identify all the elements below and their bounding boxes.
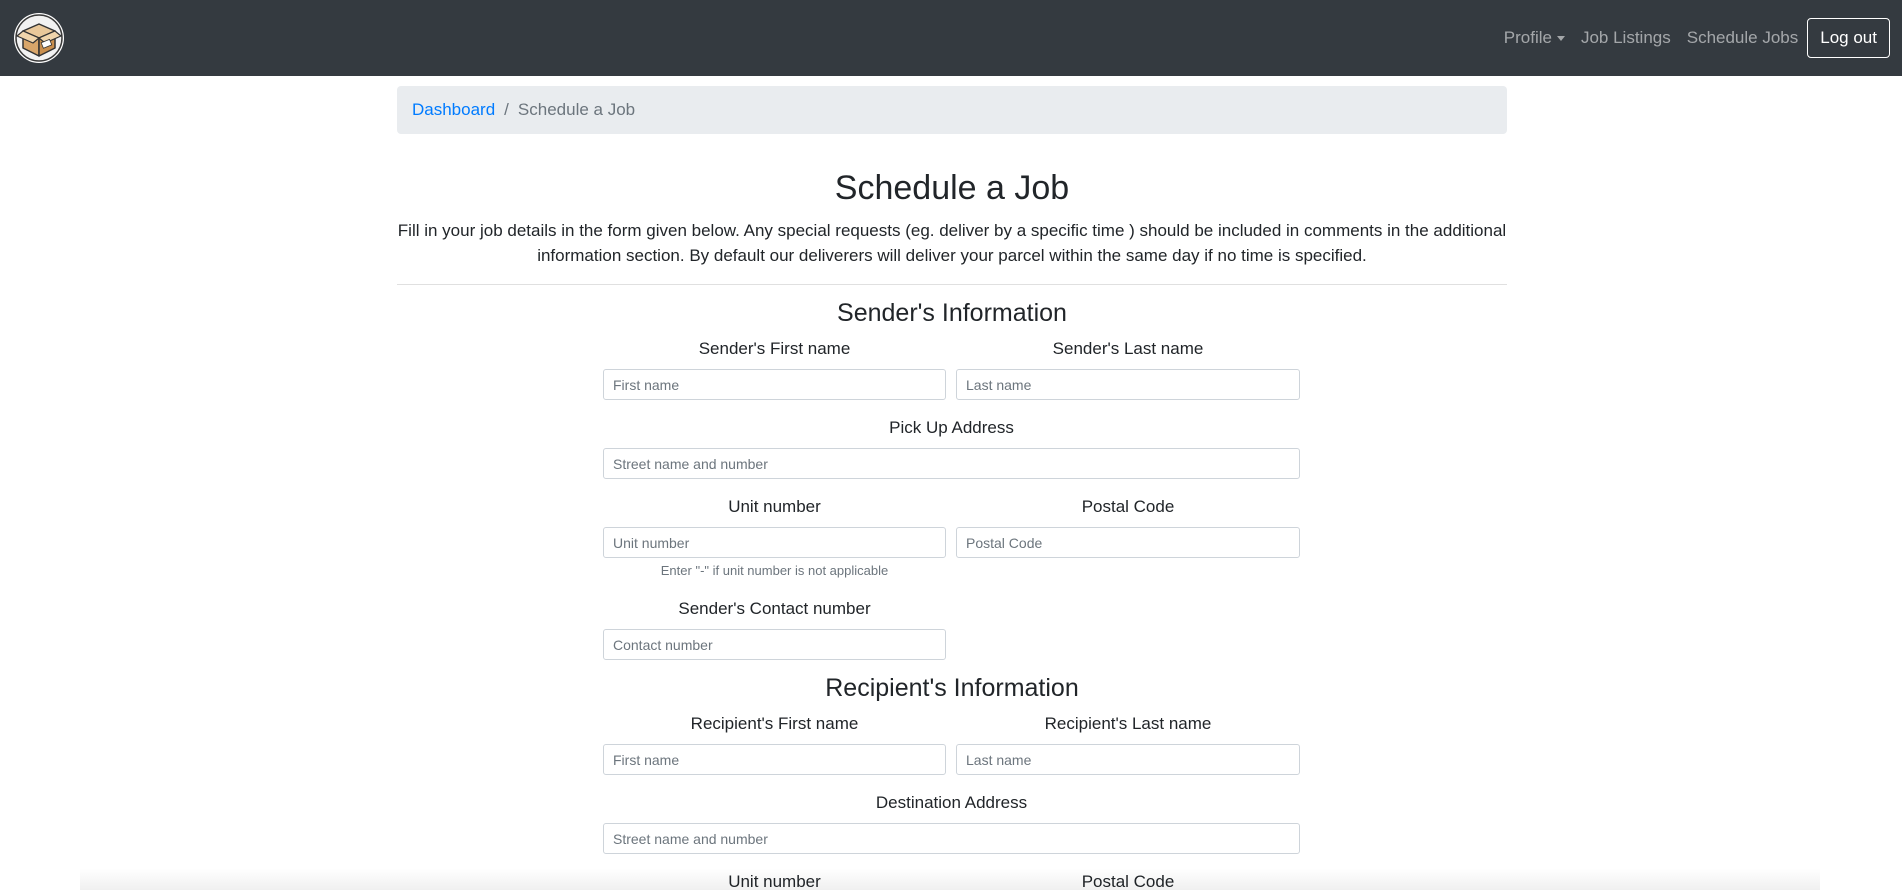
sender-postal-code-input[interactable]	[956, 527, 1300, 558]
nav-job-listings[interactable]: Job Listings	[1581, 28, 1671, 48]
pickup-address-input[interactable]	[603, 448, 1300, 479]
page-title: Schedule a Job	[834, 169, 1070, 207]
sender-contact-number-label: Sender's Contact number	[678, 599, 871, 618]
sender-last-name-label: Sender's Last name	[1052, 339, 1204, 358]
sender-section-title: Sender's Information	[837, 299, 1067, 327]
caret-down-icon	[1556, 36, 1565, 41]
breadcrumb: Dashboard / Schedule a Job	[397, 86, 1507, 134]
recipient-first-name-label: Recipient's First name	[690, 714, 859, 733]
sender-unit-number-input[interactable]	[603, 527, 946, 558]
breadcrumb-current: Schedule a Job	[517, 100, 636, 119]
unit-number-help-text: Enter "-" if unit number is not applicab…	[660, 563, 889, 578]
bottom-fade-shadow	[80, 868, 1820, 890]
recipient-first-name-input[interactable]	[603, 744, 946, 775]
recipient-unit-number-label: Unit number	[728, 872, 821, 891]
nav-schedule-jobs[interactable]: Schedule Jobs	[1687, 28, 1799, 48]
sender-first-name-input[interactable]	[603, 369, 946, 400]
recipient-postal-code-label: Postal Code	[1081, 872, 1175, 891]
pickup-address-label: Pick Up Address	[889, 418, 1014, 437]
profile-dropdown[interactable]: Profile	[1504, 28, 1565, 48]
breadcrumb-separator: /	[504, 100, 509, 119]
destination-address-label: Destination Address	[875, 793, 1028, 812]
logout-button[interactable]: Log out	[1807, 18, 1890, 58]
sender-last-name-input[interactable]	[956, 369, 1300, 400]
sender-first-name-label: Sender's First name	[698, 339, 851, 358]
destination-address-input[interactable]	[603, 823, 1300, 854]
package-box-logo-icon[interactable]	[13, 12, 65, 64]
recipient-last-name-input[interactable]	[956, 744, 1300, 775]
sender-contact-number-input[interactable]	[603, 629, 946, 660]
breadcrumb-dashboard-link[interactable]: Dashboard	[412, 100, 495, 120]
divider	[397, 284, 1507, 285]
top-navbar: Profile Job Listings Schedule Jobs Log o…	[0, 0, 1902, 76]
profile-label: Profile	[1503, 28, 1552, 47]
recipient-section-title: Recipient's Information	[825, 674, 1079, 702]
sender-postal-code-label: Postal Code	[1081, 497, 1175, 516]
sender-unit-number-label: Unit number	[728, 497, 821, 516]
page-description: Fill in your job details in the form giv…	[397, 221, 1507, 265]
recipient-last-name-label: Recipient's Last name	[1044, 714, 1212, 733]
